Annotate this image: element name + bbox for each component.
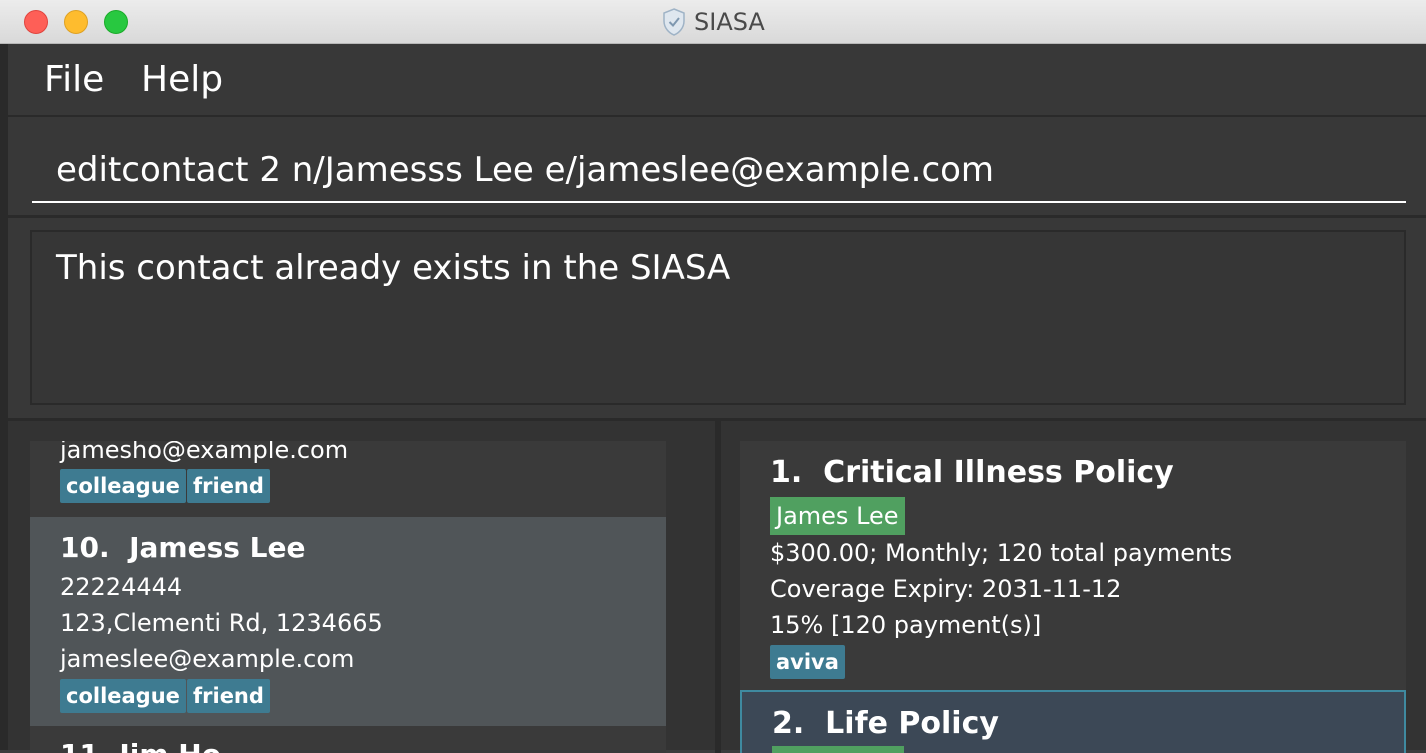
policy-index: 2.	[772, 706, 805, 741]
window-left-edge	[0, 44, 8, 750]
contact-title: 11. Jim Ho	[60, 738, 221, 753]
panel-divider[interactable]	[715, 421, 721, 753]
policy-index: 1.	[770, 455, 803, 490]
contact-address: 123,Clementi Rd, 1234665	[60, 609, 383, 637]
policy-card[interactable]: 1. Critical Illness Policy James Lee $30…	[740, 441, 1406, 690]
contact-tag: colleague	[60, 469, 186, 503]
window-title: SIASA	[662, 7, 765, 37]
contact-card-selected[interactable]: 10. Jamess Lee 22224444 123,Clementi Rd,…	[30, 517, 666, 726]
lists-area: jamesho@example.com colleague friend 10.…	[8, 418, 1426, 753]
contact-list[interactable]: jamesho@example.com colleague friend 10.…	[30, 441, 666, 753]
contact-card[interactable]: jamesho@example.com colleague friend	[30, 441, 666, 517]
contact-tag: colleague	[60, 679, 186, 713]
policy-name: Critical Illness Policy	[823, 455, 1174, 490]
policy-title: 2. Life Policy	[772, 706, 999, 741]
policy-card-selected[interactable]: 2. Life Policy	[740, 690, 1406, 753]
contact-name: Jamess Lee	[129, 531, 306, 564]
result-message: This contact already exists in the SIASA	[56, 248, 731, 288]
policy-list[interactable]: 1. Critical Illness Policy James Lee $30…	[740, 441, 1406, 753]
contact-index: 10.	[60, 531, 110, 564]
contact-email: jamesho@example.com	[60, 441, 349, 464]
contact-tag: friend	[187, 679, 270, 713]
contact-email: jameslee@example.com	[60, 645, 355, 673]
policy-owner: James Lee	[770, 497, 905, 535]
policy-payment: $300.00; Monthly; 120 total payments	[770, 539, 1233, 567]
policy-coverage-expiry: Coverage Expiry: 2031-11-12	[770, 575, 1122, 603]
minimize-window-button[interactable]	[64, 10, 88, 34]
policy-name: Life Policy	[825, 706, 999, 741]
command-box	[8, 117, 1426, 218]
close-window-button[interactable]	[24, 10, 48, 34]
window-titlebar: SIASA	[0, 0, 1426, 44]
result-display: This contact already exists in the SIASA	[30, 230, 1406, 405]
menu-help[interactable]: Help	[141, 59, 223, 100]
contact-title: 10. Jamess Lee	[60, 531, 306, 564]
menu-bar: File Help	[8, 44, 1426, 117]
policy-title: 1. Critical Illness Policy	[770, 455, 1174, 490]
contact-tag: friend	[187, 469, 270, 503]
maximize-window-button[interactable]	[104, 10, 128, 34]
policy-commission: 15% [120 payment(s)]	[770, 611, 1042, 639]
command-input[interactable]	[32, 139, 1406, 203]
menu-file[interactable]: File	[44, 59, 104, 100]
window-title-text: SIASA	[694, 8, 765, 36]
contact-phone: 22224444	[60, 573, 183, 601]
result-display-area: This contact already exists in the SIASA	[8, 218, 1426, 418]
contact-card[interactable]: 11. Jim Ho	[30, 726, 666, 753]
policy-tag: aviva	[770, 645, 845, 679]
shield-icon	[663, 8, 685, 36]
